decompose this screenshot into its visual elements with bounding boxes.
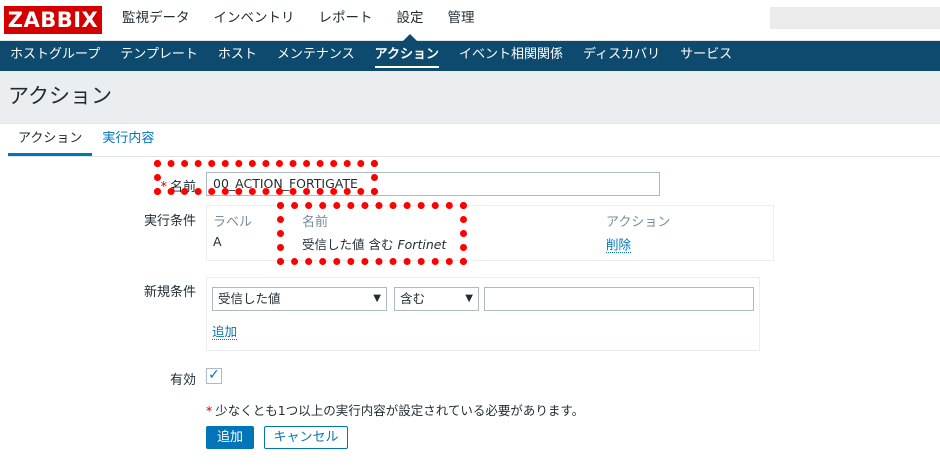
tabs-divider [8, 156, 940, 157]
cancel-button[interactable]: キャンセル [264, 426, 348, 449]
highlight-condition-annotation [277, 202, 467, 265]
conditions-header-action: アクション [606, 215, 671, 230]
remove-link-text[interactable]: 削除 [606, 237, 632, 253]
add-link-text[interactable]: 追加 [212, 324, 238, 340]
condition-operator-value: 含む [400, 291, 426, 306]
page-title: アクション [8, 84, 112, 108]
checkmark-icon: ✓ [208, 367, 220, 383]
highlight-name-annotation [154, 160, 378, 195]
sub-nav: ホストグループ テンプレート ホスト メンテナンス アクション イベント相関関係… [0, 41, 940, 71]
add-button[interactable]: 追加 [206, 426, 254, 449]
subnav-event-correlation[interactable]: イベント相関関係 [449, 41, 573, 71]
main-nav: 監視データ インベントリ レポート 設定 管理 [110, 0, 487, 41]
enabled-label: 有効 [169, 373, 196, 388]
enabled-checkbox[interactable]: ✓ [206, 368, 222, 384]
form-tabs: アクション 実行内容 [8, 124, 164, 156]
chevron-down-icon: ▼ [373, 293, 381, 304]
condition-row-label: A [213, 234, 222, 249]
conditions-header-label: ラベル [213, 215, 253, 230]
action-form-card: アクション 実行内容 * 名前 00_ACTION_FORTIGATE 実行条件 … [0, 123, 940, 469]
new-condition-add-link[interactable]: 追加 [212, 321, 238, 340]
note-required-marker: * [206, 403, 213, 418]
subnav-host-groups[interactable]: ホストグループ [0, 41, 110, 71]
tab-operations[interactable]: 実行内容 [92, 124, 164, 156]
top-header: ZABBIX 監視データ インベントリ レポート 設定 管理 [0, 0, 940, 41]
subnav-discovery[interactable]: ディスカバリ [573, 41, 670, 71]
conditions-label: 実行条件 [143, 214, 196, 229]
nav-inventory[interactable]: インベントリ [202, 0, 307, 40]
note-text: 少なくとも1つ以上の実行内容が設定されている必要があります。 [215, 403, 585, 418]
search-input[interactable] [770, 7, 940, 29]
subnav-templates[interactable]: テンプレート [110, 41, 208, 71]
nav-configuration[interactable]: 設定 [385, 0, 436, 41]
tab-action[interactable]: アクション [8, 124, 93, 156]
required-note: * 少なくとも1つ以上の実行内容が設定されている必要があります。 [206, 400, 584, 419]
condition-remove-link[interactable]: 削除 [606, 234, 632, 253]
nav-administration[interactable]: 管理 [436, 0, 487, 40]
nav-reports[interactable]: レポート [307, 0, 385, 40]
chevron-down-icon: ▼ [465, 293, 473, 304]
condition-type-select[interactable]: 受信した値 ▼ [212, 287, 387, 311]
subnav-services[interactable]: サービス [670, 41, 742, 71]
subnav-maintenance[interactable]: メンテナンス [267, 41, 365, 71]
condition-value-input[interactable] [484, 287, 754, 311]
subnav-hosts[interactable]: ホスト [208, 41, 267, 71]
nav-monitoring[interactable]: 監視データ [110, 0, 202, 40]
condition-type-value: 受信した値 [218, 291, 281, 306]
subnav-actions[interactable]: アクション [365, 41, 449, 71]
new-condition-label: 新規条件 [143, 285, 196, 300]
condition-operator-select[interactable]: 含む ▼ [394, 287, 479, 311]
zabbix-logo[interactable]: ZABBIX [4, 6, 102, 34]
